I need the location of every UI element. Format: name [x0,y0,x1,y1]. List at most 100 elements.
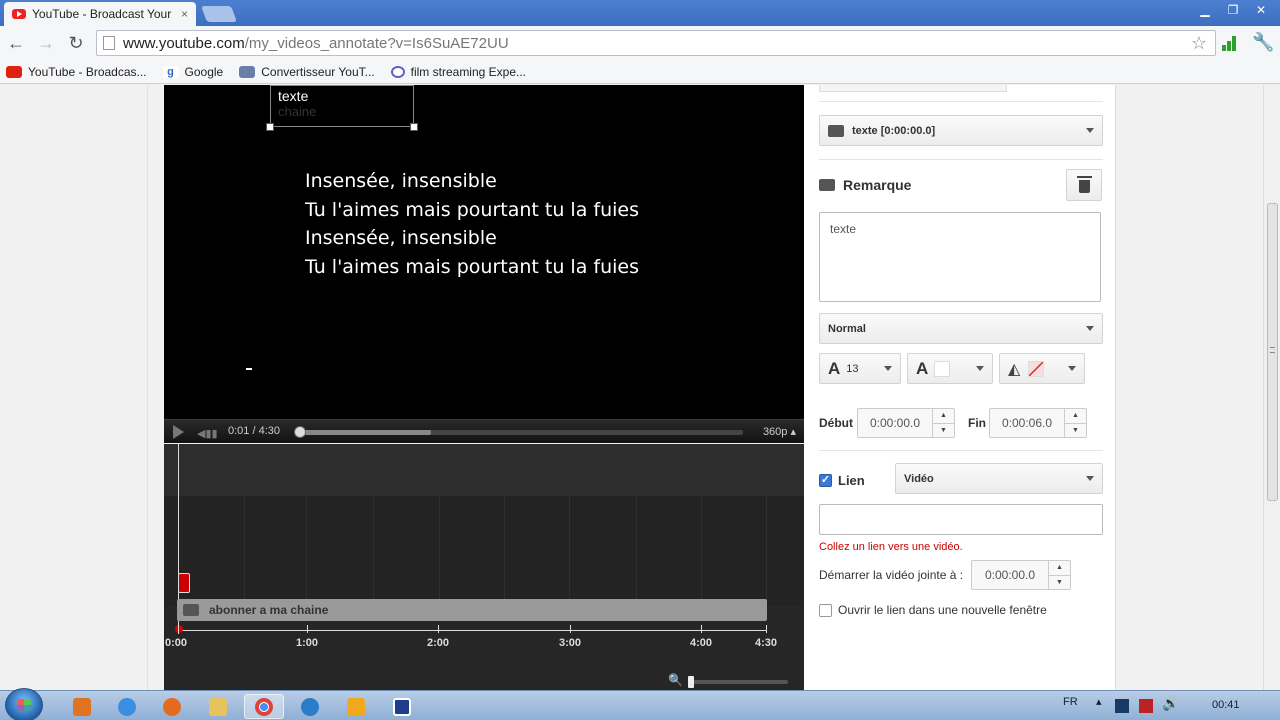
back-icon[interactable]: ← [2,29,30,57]
ruler-tick [178,625,179,633]
timeline-rows [164,496,804,606]
taskbar-chrome[interactable] [244,694,284,719]
browser-tab[interactable]: YouTube - Broadcast Your × [4,2,196,26]
divider [819,450,1103,451]
text-color-swatch [934,360,951,377]
taskbar-app[interactable] [382,694,422,719]
taskbar-illustrator[interactable] [62,694,102,719]
tick-label: 2:00 [426,637,450,649]
maximize-icon[interactable]: ❐ [1220,2,1246,18]
bookmarks-bar: YouTube - Broadcas... g Google Convertis… [0,60,1280,84]
annotation-select[interactable]: texte [0:00:00.0] [819,115,1103,146]
url-path: /my_videos_annotate?v=Is6SuAE72UU [244,34,509,52]
start-time-stepper[interactable]: 0:00:00.0 ▲ ▼ [857,408,955,438]
youtube-icon [12,9,26,19]
seek-knob[interactable] [294,426,306,438]
style-select[interactable]: Normal [819,313,1103,344]
ruler-tick [438,625,439,633]
decrement-icon[interactable]: ▼ [1065,423,1086,438]
taskbar-firefox[interactable] [152,694,192,719]
reload-icon[interactable]: ↻ [62,29,90,57]
volume-icon[interactable]: 🔊 [1162,695,1179,712]
language-indicator[interactable]: FR [1063,696,1078,708]
bookmark-youtube[interactable]: YouTube - Broadcas... [6,65,147,79]
video-frame[interactable]: texte chaine Insensée, insensible Tu l'a… [164,85,804,419]
grid-line [766,496,767,606]
link-checkbox[interactable]: ✓ [819,474,832,487]
decrement-icon[interactable]: ▼ [1049,575,1070,590]
zoom-slider[interactable] [688,680,788,684]
decrement-icon[interactable]: ▼ [933,423,954,438]
increment-icon[interactable]: ▲ [1065,409,1086,423]
speech-bubble-icon [183,604,199,616]
lyric-line: Tu l'aimes mais pourtant tu la fuies [305,256,639,279]
increment-icon[interactable]: ▲ [933,409,954,423]
lyric-line: Tu l'aimes mais pourtant tu la fuies [305,198,639,221]
background-color-button[interactable]: ◭ [999,353,1085,384]
link-type-select[interactable]: Vidéo [895,463,1103,494]
bookmark-google[interactable]: g Google [162,65,223,79]
taskbar-media-player[interactable] [336,694,376,719]
window-controls: ▁ ❐ ✕ [1192,2,1274,18]
clock[interactable]: 00:41 [1212,699,1240,711]
signal-extension-icon[interactable] [1222,35,1240,51]
url-host: www.youtube.com [123,34,245,52]
tick-label: 1:00 [295,637,319,649]
text-color-button[interactable]: A [907,353,993,384]
tab-close-icon[interactable]: × [181,7,188,21]
resize-handle[interactable] [266,123,274,131]
buffer-fill [297,430,431,435]
time-display: 0:01 / 4:30 [228,425,280,437]
annotation-timeline[interactable]: abonner a ma chaine 0:00 1:00 2:00 3:00 … [164,444,804,690]
taskbar-messenger[interactable] [290,694,330,719]
divider [147,85,148,690]
speech-bubble-icon [819,179,835,191]
minimize-icon[interactable]: ▁ [1192,2,1218,18]
messenger-icon [301,697,319,716]
new-window-checkbox[interactable] [819,603,832,617]
bookmark-star-icon[interactable]: ☆ [1191,33,1207,54]
tick-label: 4:30 [754,637,778,649]
link-url-input[interactable] [819,504,1103,535]
annotation-textarea[interactable]: texte [819,212,1101,302]
network-icon[interactable] [1139,699,1153,713]
timeline-header [164,444,804,496]
new-window-option[interactable]: Ouvrir le lien dans une nouvelle fenêtre [819,603,1047,617]
illustrator-icon [73,697,91,716]
increment-icon[interactable]: ▲ [1049,561,1070,575]
show-hidden-icons-icon[interactable]: ▴ [1096,695,1102,708]
seek-bar[interactable] [294,426,743,438]
playhead-handle[interactable] [178,573,190,593]
page-scrollbar[interactable] [1263,85,1280,690]
quality-button[interactable]: 360p ▴ [763,425,796,438]
bookmark-label: YouTube - Broadcas... [28,64,147,79]
annotation-bar[interactable]: abonner a ma chaine [177,599,767,621]
bookmark-film-streaming[interactable]: film streaming Expe... [390,65,526,79]
ruler-tick [570,625,571,633]
bookmark-convertisseur[interactable]: Convertisseur YouT... [239,65,375,79]
address-bar[interactable]: www.youtube.com/my_videos_annotate?v=Is6… [96,30,1216,56]
flag-icon[interactable] [1115,699,1129,713]
new-tab-button[interactable] [201,6,237,22]
tab-title: YouTube - Broadcast Your [32,7,172,21]
forward-icon[interactable]: → [32,29,60,57]
delete-button[interactable] [1066,169,1102,201]
play-icon[interactable] [173,425,184,439]
start-video-stepper[interactable]: 0:00:00.0 ▲ ▼ [971,560,1071,590]
taskbar-internet-explorer[interactable] [107,694,147,719]
link-toggle[interactable]: ✓ Lien [819,473,865,488]
resize-handle[interactable] [410,123,418,131]
link-type-value: Vidéo [904,472,934,485]
end-time-stepper[interactable]: 0:00:06.0 ▲ ▼ [989,408,1087,438]
divider [819,101,1103,102]
wrench-icon[interactable]: 🔧 [1252,32,1274,53]
grid-line [244,496,245,606]
annotation-overlay[interactable]: texte chaine [266,85,418,131]
font-size-button[interactable]: A 13 [819,353,901,384]
close-window-icon[interactable]: ✕ [1248,2,1274,18]
volume-icon[interactable]: ◀▮▮ [197,427,218,440]
start-button[interactable] [5,688,43,720]
taskbar-explorer[interactable] [198,694,238,719]
zoom-knob[interactable] [688,676,694,688]
lyric-line: Insensée, insensible [305,227,497,250]
